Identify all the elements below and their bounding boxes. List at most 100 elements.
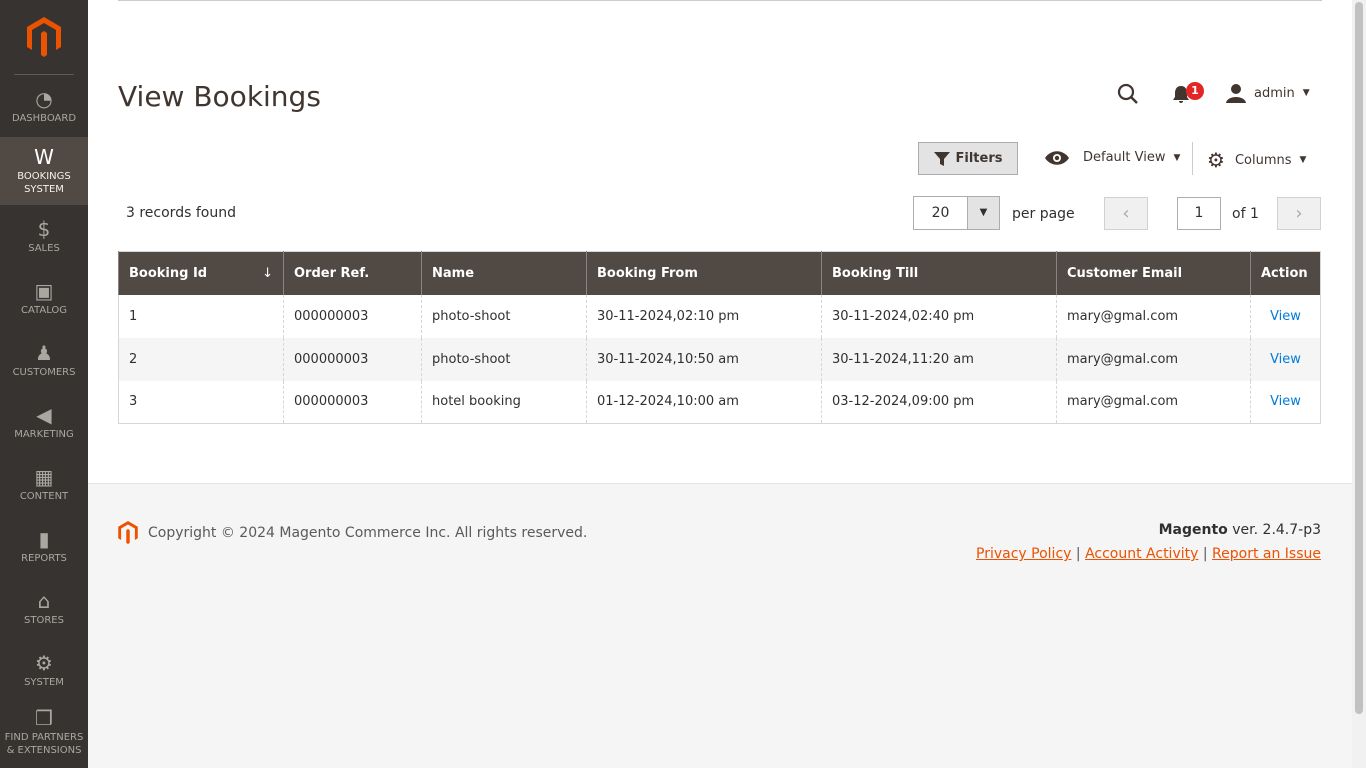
filter-icon [933, 151, 950, 166]
footer: Copyright © 2024 Magento Commerce Inc. A… [88, 483, 1352, 768]
sidebar-item-marketing[interactable]: ◀ MARKETING [0, 391, 88, 453]
column-label: Name [432, 265, 475, 281]
sidebar-item-bookings-system[interactable]: W BOOKINGS SYSTEM [0, 137, 88, 205]
column-header[interactable]: Booking Till [821, 251, 1057, 295]
gear-icon: ⚙ [35, 650, 53, 675]
sidebar-item-label: CUSTOMERS [12, 366, 76, 378]
sidebar-item-find-partners-extensions[interactable]: ❒ FIND PARTNERS & EXTENSIONS [0, 701, 88, 763]
report-issue-link[interactable]: Report an Issue [1212, 546, 1321, 562]
view-link[interactable]: View [1270, 394, 1301, 409]
per-page-select[interactable]: 20 ▼ [913, 196, 1000, 230]
divider [1192, 142, 1193, 175]
sort-arrow-icon: ↓ [262, 265, 273, 281]
column-header[interactable]: Name [421, 251, 587, 295]
user-name: admin [1254, 85, 1295, 101]
person-icon: ♟ [35, 340, 53, 365]
sidebar-item-label: FIND PARTNERS & EXTENSIONS [4, 732, 84, 756]
table-cell: 03-12-2024,09:00 pm [821, 380, 1057, 424]
sidebar-item-customers[interactable]: ♟ CUSTOMERS [0, 329, 88, 391]
sidebar-item-catalog[interactable]: ▣ CATALOG [0, 267, 88, 329]
chevron-down-icon: ▼ [1302, 88, 1310, 98]
gear-icon: ⚙ [1207, 148, 1225, 172]
next-page-button[interactable]: › [1277, 197, 1321, 230]
user-icon [1226, 84, 1246, 103]
view-label: Default View [1083, 150, 1166, 165]
page-input[interactable]: 1 [1177, 197, 1221, 230]
page-total: of 1 [1232, 206, 1259, 222]
privacy-policy-link[interactable]: Privacy Policy [976, 546, 1071, 562]
sidebar-item-label: CONTENT [19, 490, 69, 502]
columns-button[interactable]: ⚙ Columns ▼ [1207, 148, 1306, 172]
sidebar-item-label: BOOKINGS SYSTEM [17, 171, 71, 195]
sidebar-item-dashboard[interactable]: ◔ DASHBOARD [0, 75, 88, 137]
user-menu[interactable]: admin ▼ [1226, 83, 1310, 103]
page-title: View Bookings [118, 80, 321, 113]
column-header[interactable]: Order Ref. [283, 251, 422, 295]
column-header[interactable]: Action [1250, 251, 1321, 295]
sidebar-item-label: SALES [28, 242, 60, 254]
table-cell: View [1250, 380, 1321, 424]
box-icon: ▣ [34, 278, 54, 303]
column-header[interactable]: Customer Email [1056, 251, 1251, 295]
divider [118, 0, 1322, 1]
column-label: Booking Till [832, 265, 919, 281]
sidebar-item-system[interactable]: ⚙ SYSTEM [0, 639, 88, 701]
sidebar-item-sales[interactable]: $ SALES [0, 205, 88, 267]
column-label: Order Ref. [294, 265, 370, 281]
table-cell: 000000003 [283, 380, 422, 424]
column-label: Booking Id [129, 265, 208, 281]
bar-chart-icon: ▮ [38, 526, 50, 551]
dollar-icon: $ [37, 216, 51, 241]
filters-button[interactable]: Filters [918, 142, 1018, 175]
table-cell: mary@gmal.com [1056, 380, 1251, 424]
bookings-icon: W [34, 145, 54, 169]
sidebar-item-label: REPORTS [21, 552, 67, 564]
table-cell: photo-shoot [421, 337, 587, 381]
previous-page-button[interactable]: ‹ [1104, 197, 1148, 230]
sidebar-item-label: CATALOG [20, 304, 68, 316]
table-cell: View [1250, 337, 1321, 381]
table-cell: 000000003 [283, 294, 422, 338]
scrollbar[interactable] [1352, 0, 1366, 768]
table-cell: photo-shoot [421, 294, 587, 338]
notification-badge[interactable]: 1 [1186, 82, 1204, 100]
magento-logo[interactable] [14, 0, 74, 75]
table-row: 2 000000003 photo-shoot 30-11-2024,10:50 am… [118, 337, 1321, 381]
search-icon[interactable] [1117, 83, 1139, 105]
view-link[interactable]: View [1270, 352, 1301, 367]
columns-label: Columns [1234, 152, 1292, 168]
megaphone-icon: ◀ [36, 402, 52, 427]
per-page-label: per page [1012, 206, 1075, 222]
column-header[interactable]: Booking Id ↓ [118, 251, 284, 295]
sidebar-item-content[interactable]: ▦ CONTENT [0, 453, 88, 515]
table-cell: 30-11-2024,10:50 am [586, 337, 822, 381]
table-cell: 1 [118, 294, 284, 338]
magento-logo-icon [27, 17, 61, 57]
chevron-down-icon: ▼ [1299, 155, 1307, 165]
view-link[interactable]: View [1270, 309, 1301, 324]
sidebar-item-label: STORES [24, 614, 64, 626]
chevron-down-icon[interactable]: ▼ [967, 197, 999, 229]
table-cell: 01-12-2024,10:00 am [586, 380, 822, 424]
account-activity-link[interactable]: Account Activity [1085, 546, 1198, 562]
sidebar-item-label: MARKETING [14, 428, 74, 440]
table-cell: 30-11-2024,11:20 am [821, 337, 1057, 381]
sidebar-item-reports[interactable]: ▮ REPORTS [0, 515, 88, 577]
table-cell: hotel booking [421, 380, 587, 424]
table-row: 3 000000003 hotel booking 01-12-2024,10:00 … [118, 380, 1321, 424]
bookings-grid: Booking Id ↓ Order Ref. Name Booking From Boo… [118, 251, 1321, 424]
blocks-icon: ❒ [35, 706, 53, 730]
eye-icon [1045, 150, 1069, 165]
table-row: 1 000000003 photo-shoot 30-11-2024,02:10 pm… [118, 294, 1321, 338]
table-cell: mary@gmal.com [1056, 337, 1251, 381]
view-switcher[interactable]: Default View ▼ [1045, 150, 1180, 165]
sidebar-item-stores[interactable]: ⌂ STORES [0, 577, 88, 639]
table-cell: 2 [118, 337, 284, 381]
dashboard-icon: ◔ [35, 86, 53, 111]
per-page-value: 20 [931, 205, 950, 221]
copyright-text: Copyright © 2024 Magento Commerce Inc. A… [148, 524, 588, 541]
column-header[interactable]: Booking From [586, 251, 822, 295]
table-cell: 30-11-2024,02:10 pm [586, 294, 822, 338]
sidebar-item-label: SYSTEM [24, 676, 64, 688]
brand-name: Magento [1158, 522, 1228, 538]
